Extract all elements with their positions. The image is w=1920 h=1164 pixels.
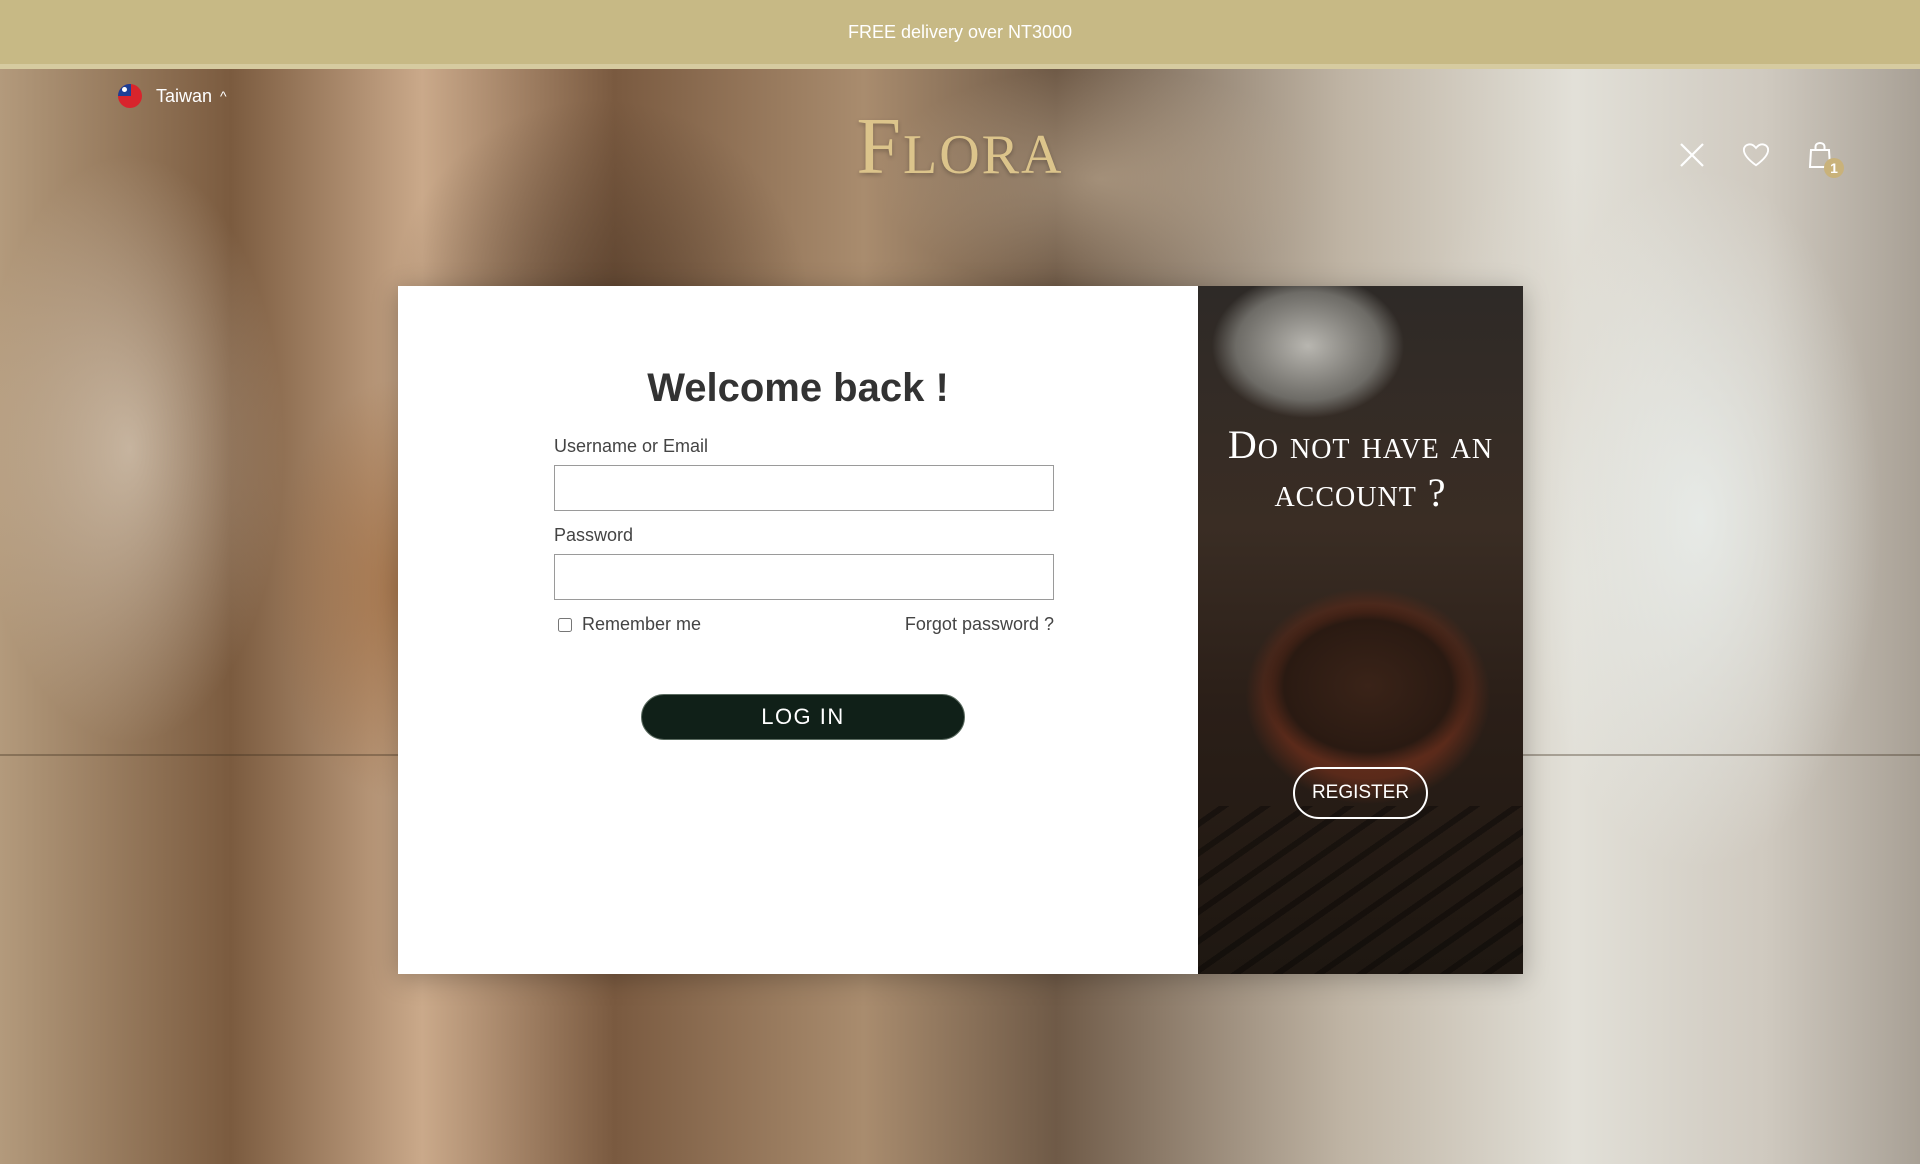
cart-count-badge: 1 [1824,158,1844,178]
site-logo[interactable]: Flora [0,102,1920,193]
wishlist-button[interactable] [1742,140,1770,170]
password-input[interactable] [554,554,1054,600]
register-panel: Do not have an account ? REGISTER [1198,286,1523,974]
close-icon [1680,143,1704,167]
password-label: Password [554,525,634,545]
login-title: Welcome back ! [647,366,949,410]
remember-me-label: Remember me [582,614,702,634]
username-label: Username or Email [554,436,709,456]
password-field-group: Password [554,525,1054,600]
username-field-group: Username or Email [554,436,1054,511]
login-options-row: Remember me Forgot password ? [554,614,1054,635]
heart-icon [1742,143,1770,167]
login-button[interactable]: LOG IN [641,694,965,740]
register-title: Do not have an account ? [1227,422,1494,515]
remember-me[interactable]: Remember me [554,614,701,635]
remember-me-checkbox[interactable] [558,617,572,632]
register-button[interactable]: REGISTER [1293,767,1428,819]
username-input[interactable] [554,465,1054,511]
auth-modal: Welcome back ! Username or Email Passwor… [398,286,1523,974]
announcement-text: FREE delivery over NT3000 [847,21,1073,42]
login-panel: Welcome back ! Username or Email Passwor… [398,286,1198,974]
announcement-bar: FREE delivery over NT3000 [0,0,1920,69]
login-form: Username or Email Password Remember me F… [554,436,1054,635]
forgot-password-link[interactable]: Forgot password ? [905,614,1054,635]
header-icons: 1 [1678,140,1844,178]
close-button[interactable] [1678,140,1706,170]
cart-button[interactable]: 1 [1806,140,1844,178]
